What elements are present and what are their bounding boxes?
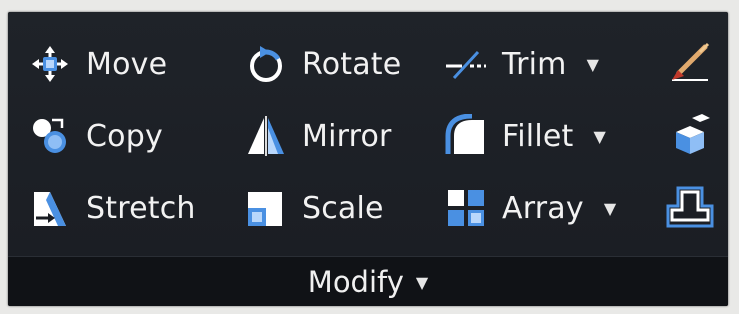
panel-footer[interactable]: Modify ▼ — [8, 256, 728, 306]
scale-icon — [244, 186, 288, 230]
offset-icon — [666, 182, 714, 230]
trim-dropdown-icon[interactable]: ▼ — [587, 55, 599, 74]
scale-label: Scale — [302, 190, 384, 226]
rotate-button[interactable]: Rotate — [244, 40, 401, 88]
fillet-dropdown-icon[interactable]: ▼ — [594, 127, 606, 146]
panel-expand-dropdown-icon[interactable]: ▼ — [416, 273, 428, 292]
panel-title-bar[interactable]: Modify ▼ — [8, 257, 728, 306]
trim-button[interactable]: Trim ▼ — [444, 40, 599, 88]
explode-icon — [666, 110, 714, 158]
stretch-label: Stretch — [86, 190, 196, 226]
array-icon — [444, 186, 488, 230]
move-label: Move — [86, 46, 168, 82]
move-button[interactable]: Move — [28, 40, 167, 88]
trim-label: Trim — [502, 46, 567, 82]
fillet-button[interactable]: Fillet ▼ — [444, 112, 606, 160]
mirror-label: Mirror — [302, 118, 392, 154]
move-icon — [28, 42, 72, 86]
copy-button[interactable]: Copy — [28, 112, 163, 160]
mirror-icon — [244, 114, 288, 158]
array-button[interactable]: Array ▼ — [444, 184, 616, 232]
rotate-icon — [244, 42, 288, 86]
array-label: Array — [502, 190, 584, 226]
modify-ribbon-panel: Move Copy Stretch Rotate Mirror Scale Tr… — [8, 12, 728, 306]
explode-button[interactable] — [666, 110, 714, 158]
panel-title: Modify — [307, 265, 404, 299]
mirror-button[interactable]: Mirror — [244, 112, 392, 160]
fillet-label: Fillet — [502, 118, 574, 154]
copy-icon — [28, 114, 72, 158]
rotate-label: Rotate — [302, 46, 402, 82]
array-dropdown-icon[interactable]: ▼ — [604, 199, 616, 218]
erase-button[interactable] — [666, 38, 714, 86]
stretch-icon — [28, 186, 72, 230]
trim-icon — [444, 42, 488, 86]
stretch-button[interactable]: Stretch — [28, 184, 196, 232]
tool-area: Move Copy Stretch Rotate Mirror Scale Tr… — [8, 12, 728, 256]
erase-icon — [666, 38, 714, 86]
offset-button[interactable] — [666, 182, 714, 230]
copy-label: Copy — [86, 118, 163, 154]
scale-button[interactable]: Scale — [244, 184, 384, 232]
fillet-icon — [444, 114, 488, 158]
